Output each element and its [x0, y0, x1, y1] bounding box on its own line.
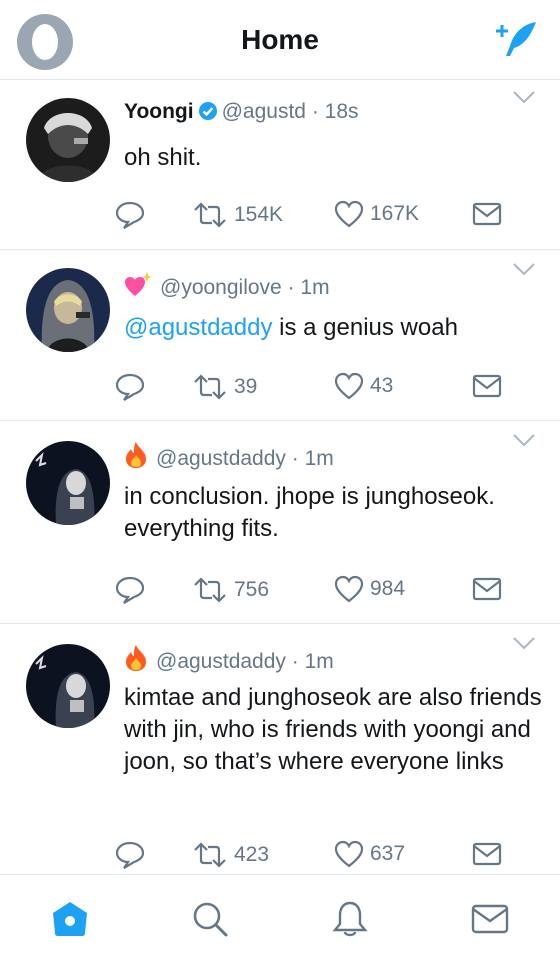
header-bar: Home [0, 0, 560, 80]
like-button[interactable]: 167K [334, 200, 419, 228]
heart-icon [334, 575, 364, 603]
like-count: 637 [370, 842, 406, 865]
tweet-body: kimtae and junghoseok are also friends w… [124, 684, 542, 775]
avatar[interactable] [26, 268, 110, 352]
home-icon[interactable] [50, 899, 90, 939]
retweet-icon [194, 374, 226, 400]
retweet-count: 423 [234, 843, 270, 866]
fire-icon [126, 442, 146, 468]
verified-badge-icon [198, 102, 217, 120]
tweet-body: in conclusion. jhope is junghoseok. ever… [124, 483, 495, 542]
chevron-down-icon[interactable] [512, 433, 536, 447]
mention-link[interactable]: @agustdaddy [124, 314, 272, 341]
bottom-tab-bar [0, 874, 560, 960]
avatar[interactable] [26, 98, 110, 182]
reply-icon [115, 576, 145, 604]
retweet-icon [194, 577, 226, 603]
heart-icon [334, 372, 364, 400]
like-button[interactable]: 637 [334, 840, 405, 868]
like-button[interactable]: 43 [334, 372, 393, 400]
retweet-button[interactable]: 154K [192, 200, 283, 230]
retweet-icon [194, 202, 226, 228]
retweet-count: 39 [234, 375, 258, 398]
retweet-button[interactable]: 39 [192, 372, 257, 402]
tweet-text: oh shit. [124, 142, 544, 174]
reply-button[interactable] [114, 575, 146, 605]
reply-icon [115, 841, 145, 869]
direct-message-button[interactable] [472, 842, 502, 866]
heart-icon [334, 200, 364, 228]
tweet[interactable]: @agustdaddy · 1m kimtae and junghoseok a… [0, 624, 560, 874]
tweet[interactable]: @agustdaddy · 1m in conclusion. jhope is… [0, 421, 560, 624]
reply-button[interactable] [114, 840, 146, 870]
retweet-count: 756 [234, 578, 270, 601]
chevron-down-icon[interactable] [512, 636, 536, 650]
tweet-header: @yoongilove · 1m [124, 272, 330, 300]
bell-icon[interactable] [330, 899, 370, 939]
avatar[interactable] [26, 441, 110, 525]
mail-icon[interactable] [470, 899, 510, 939]
mail-icon [472, 577, 502, 601]
mail-icon [472, 374, 502, 398]
tweet-text: in conclusion. jhope is junghoseok. ever… [124, 481, 544, 545]
reply-button[interactable] [114, 200, 146, 230]
heart-icon [334, 840, 364, 868]
timestamp: · 18s [311, 100, 359, 123]
tweet-body: oh shit. [124, 144, 202, 171]
tweet[interactable]: @yoongilove · 1m @agustdaddy is a genius… [0, 250, 560, 421]
tweet-header: @agustdaddy · 1m [124, 441, 334, 471]
avatar[interactable] [26, 644, 110, 728]
reply-button[interactable] [114, 372, 146, 402]
retweet-button[interactable]: 756 [192, 575, 269, 605]
reply-icon [115, 373, 145, 401]
like-count: 167K [370, 202, 420, 225]
retweet-icon [194, 842, 226, 868]
tweet-text: kimtae and junghoseok are also friends w… [124, 682, 544, 778]
sparkling-heart-icon [125, 272, 152, 296]
reply-icon [115, 201, 145, 229]
compose-tweet-icon[interactable] [496, 18, 538, 60]
like-count: 43 [370, 374, 394, 397]
search-icon[interactable] [190, 899, 230, 939]
retweet-button[interactable]: 423 [192, 840, 269, 870]
chevron-down-icon[interactable] [512, 262, 536, 276]
tweet-header: @agustdaddy · 1m [124, 644, 334, 674]
mail-icon [472, 842, 502, 866]
fire-icon [126, 645, 146, 671]
tweet[interactable]: Yoongi @agustd · 18s oh shit. 154K 167K [0, 80, 560, 250]
timestamp: · 1m [287, 276, 330, 299]
timestamp: · 1m [291, 447, 334, 470]
direct-message-button[interactable] [472, 577, 502, 601]
display-name[interactable]: Yoongi [124, 100, 194, 123]
direct-message-button[interactable] [472, 374, 502, 398]
page-title: Home [241, 24, 319, 55]
handle[interactable]: @yoongilove [160, 276, 282, 299]
like-button[interactable]: 984 [334, 575, 405, 603]
like-count: 984 [370, 577, 406, 600]
tweet-text: @agustdaddy is a genius woah [124, 312, 544, 344]
tweet-body: is a genius woah [272, 314, 458, 341]
direct-message-button[interactable] [472, 202, 502, 226]
handle[interactable]: @agustd [222, 100, 306, 123]
chevron-down-icon[interactable] [512, 90, 536, 104]
handle[interactable]: @agustdaddy [156, 650, 286, 673]
retweet-count: 154K [234, 203, 284, 226]
tweet-header: Yoongi @agustd · 18s [124, 100, 359, 124]
mail-icon [472, 202, 502, 226]
handle[interactable]: @agustdaddy [156, 447, 286, 470]
timestamp: · 1m [291, 650, 334, 673]
